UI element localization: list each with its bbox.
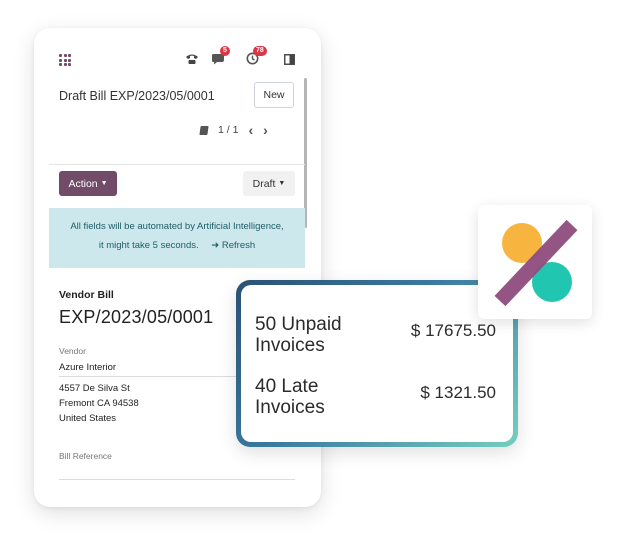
refresh-label: Refresh — [221, 240, 256, 251]
unpaid-invoices-word: Invoices — [255, 335, 325, 356]
activities-clock-icon[interactable]: 78 — [246, 46, 267, 70]
status-label: Draft — [252, 177, 276, 190]
vendor-field-label: Vendor — [59, 346, 86, 356]
app-menu-icon[interactable] — [59, 54, 71, 66]
address-line: Fremont CA 94538 — [59, 398, 139, 409]
caret-down-icon: ▼ — [278, 180, 286, 187]
arrow-right-icon: ➜ — [211, 240, 220, 251]
bill-reference-input[interactable] — [59, 479, 295, 480]
phone-icon[interactable] — [185, 52, 199, 70]
unpaid-invoices-label: 50 Unpaid Invoices — [255, 314, 342, 356]
activities-count-badge: 78 — [253, 46, 267, 56]
late-invoices-label: 40 Late Invoices — [255, 376, 325, 418]
messages-icon[interactable]: 5 — [211, 46, 230, 70]
late-invoices-word: Invoices — [255, 397, 325, 418]
banner-text-line2: it might take 5 seconds. ➜ Refresh — [49, 240, 305, 251]
status-draft-button[interactable]: Draft ▼ — [243, 171, 295, 196]
page-title: Draft Bill EXP/2023/05/0001 — [59, 89, 215, 103]
new-button[interactable]: New — [254, 82, 294, 108]
refresh-link[interactable]: ➜ Refresh — [211, 240, 255, 251]
scrollbar[interactable] — [304, 78, 307, 228]
late-amount: $ 1321.50 — [420, 383, 496, 402]
bill-number[interactable]: EXP/2023/05/0001 — [59, 307, 213, 328]
caret-down-icon: ▼ — [100, 180, 108, 187]
header-divider — [49, 164, 305, 165]
app-logo-tile — [478, 205, 592, 319]
ai-automation-banner: All fields will be automated by Artifici… — [49, 208, 305, 268]
vendor-input[interactable]: Azure Interior — [59, 362, 116, 373]
banner-text-line2-text: it might take 5 seconds. — [98, 240, 199, 251]
invoices-summary-card: 50 Unpaid Invoices $ 17675.50 40 Late In… — [236, 280, 518, 447]
action-menu-button[interactable]: Action ▼ — [59, 171, 117, 196]
chevron-right-icon[interactable]: › — [263, 122, 268, 138]
unpaid-amount: $ 17675.50 — [410, 321, 496, 340]
late-count-text: 40 Late — [255, 376, 319, 397]
banner-text-line1: All fields will be automated by Artifici… — [70, 221, 284, 232]
messages-count-badge: 5 — [220, 46, 230, 56]
unpaid-count-text: 50 Unpaid — [255, 314, 342, 335]
action-button-label: Action — [68, 177, 98, 190]
bill-reference-label: Bill Reference — [59, 451, 112, 461]
address-line: United States — [59, 413, 117, 424]
top-navbar: 5 78 — [34, 28, 321, 86]
attachment-book-icon[interactable] — [199, 125, 209, 135]
pager-counter[interactable]: 1 / 1 — [218, 124, 238, 136]
sidebar-toggle-icon[interactable] — [284, 52, 295, 70]
section-label: Vendor Bill — [59, 289, 114, 301]
chevron-left-icon[interactable]: ‹ — [248, 122, 253, 138]
invoices-summary-inner: 50 Unpaid Invoices $ 17675.50 40 Late In… — [241, 285, 513, 442]
percent-logo-icon — [494, 219, 578, 307]
address-line: 4557 De Silva St — [59, 383, 130, 394]
record-pager: 1 / 1 ‹ › — [199, 122, 268, 138]
